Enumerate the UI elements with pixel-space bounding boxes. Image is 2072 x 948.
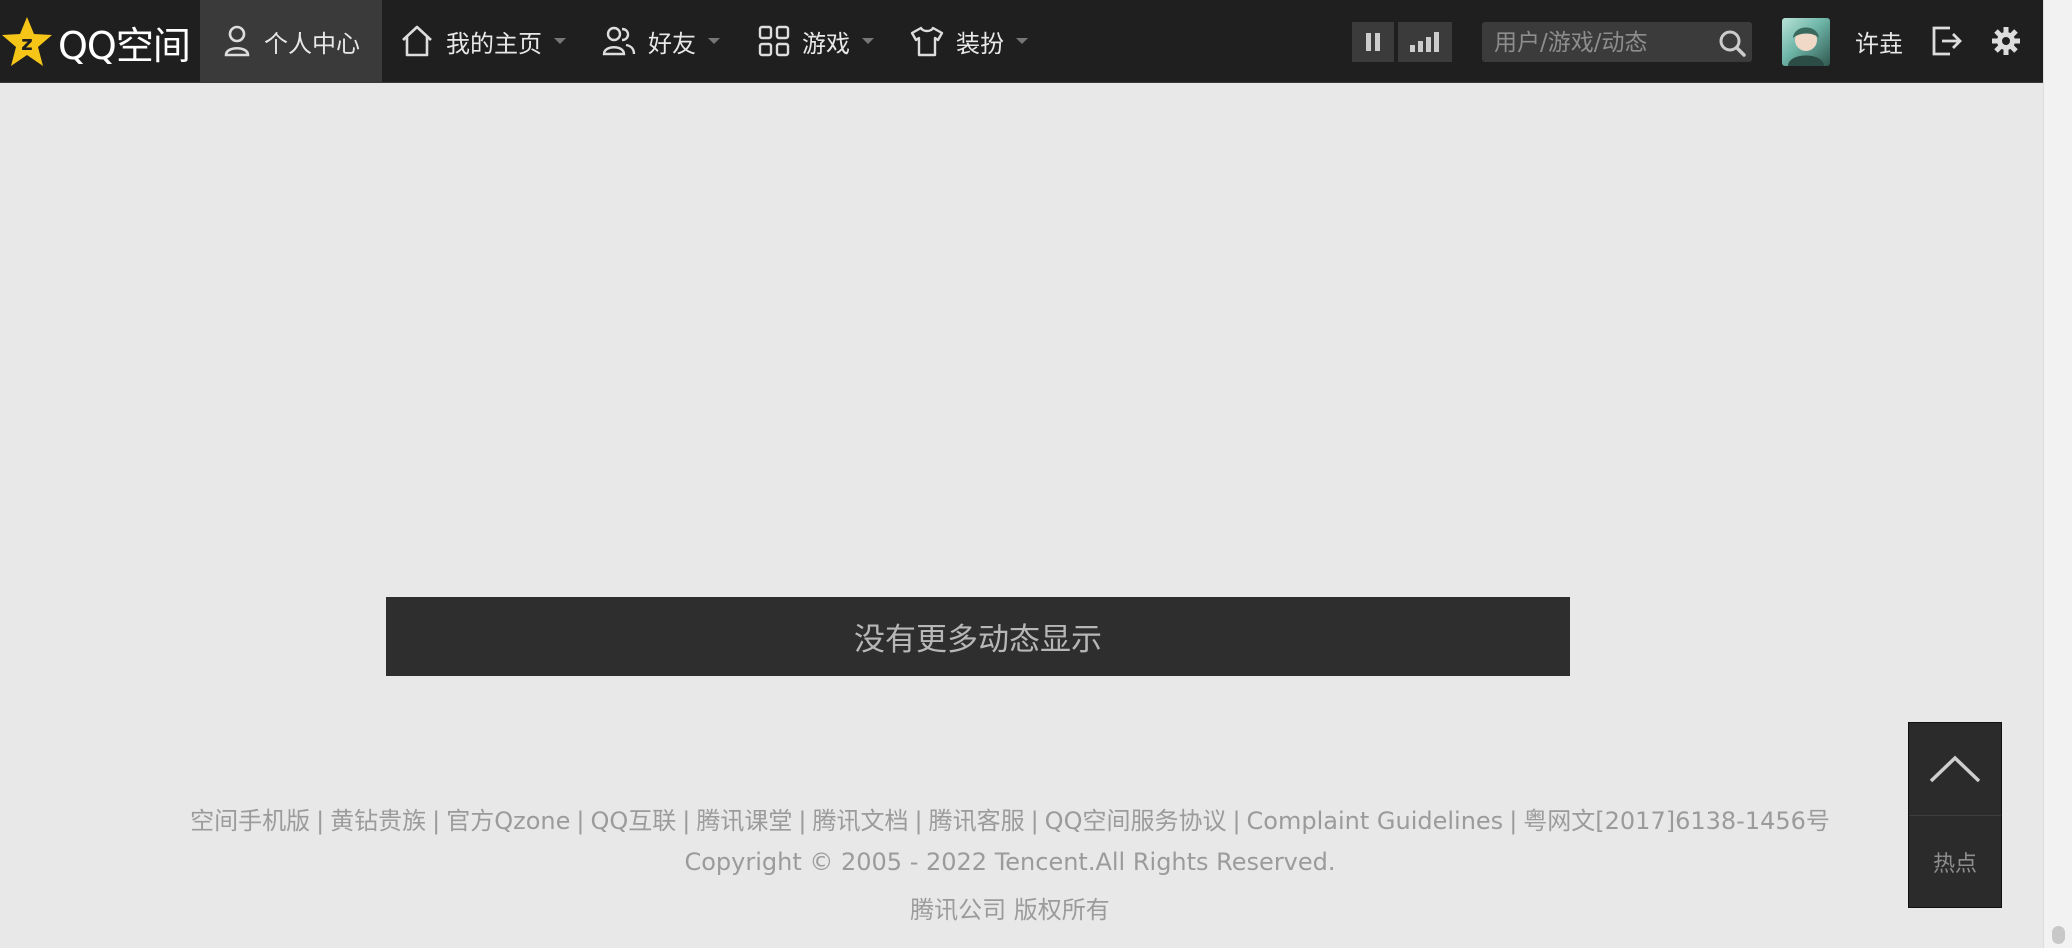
divider: | bbox=[682, 807, 691, 835]
footer-link-service-agreement[interactable]: QQ空间服务协议 bbox=[1045, 807, 1227, 835]
footer-link-tencent-docs[interactable]: 腾讯文档 bbox=[812, 807, 908, 835]
pause-icon bbox=[1366, 33, 1380, 51]
footer-link-license[interactable]: 粤网文[2017]6138-1456号 bbox=[1523, 807, 1830, 835]
grid-icon bbox=[758, 25, 790, 57]
copyright-text: Copyright © 2005 - 2022 Tencent.All Righ… bbox=[684, 848, 1336, 876]
nav-friends[interactable]: 好友 bbox=[602, 0, 720, 82]
nav-label: 装扮 bbox=[956, 29, 1004, 58]
side-float-widget: 热点 bbox=[1908, 722, 2002, 908]
nav-label: 好友 bbox=[648, 29, 696, 58]
footer-link-vip[interactable]: 黄钻贵族 bbox=[330, 807, 426, 835]
nav-label: 我的主页 bbox=[446, 29, 542, 58]
pause-button[interactable] bbox=[1352, 22, 1394, 62]
chevron-down-icon bbox=[862, 38, 874, 44]
nav-games[interactable]: 游戏 bbox=[758, 0, 874, 82]
chevron-down-icon bbox=[708, 38, 720, 44]
nav-personal-center[interactable]: 个人中心 bbox=[200, 0, 382, 82]
avatar-image bbox=[1788, 27, 1824, 66]
footer-link-complaint-guidelines[interactable]: Complaint Guidelines bbox=[1247, 807, 1504, 835]
back-to-top-button[interactable] bbox=[1909, 723, 2001, 816]
nav-label: 游戏 bbox=[802, 29, 850, 58]
divider: | bbox=[914, 807, 923, 835]
svg-text:z: z bbox=[21, 31, 33, 55]
footer-links: 空间手机版 | 黄钻贵族 | 官方Qzone | QQ互联 | 腾讯课堂 | 腾讯文档 | 腾讯客服 | Q… bbox=[0, 801, 2020, 836]
user-icon bbox=[224, 25, 250, 57]
divider: | bbox=[1232, 807, 1241, 835]
hot-topics-button[interactable]: 热点 bbox=[1909, 816, 2001, 907]
divider: | bbox=[576, 807, 585, 835]
gear-icon[interactable] bbox=[1990, 24, 2022, 58]
nav-label: 个人中心 bbox=[264, 29, 360, 58]
footer-link-tencent-classroom[interactable]: 腾讯课堂 bbox=[696, 807, 792, 835]
divider: | bbox=[1509, 807, 1518, 835]
footer-link-mobile[interactable]: 空间手机版 bbox=[190, 807, 310, 835]
divider: | bbox=[1030, 807, 1039, 835]
footer-link-customer-service[interactable]: 腾讯客服 bbox=[929, 807, 1025, 835]
chevron-up-icon bbox=[1929, 755, 1981, 783]
no-more-feed-notice: 没有更多动态显示 bbox=[386, 597, 1570, 676]
signal-bars-icon bbox=[1410, 32, 1439, 52]
company-text: 腾讯公司 版权所有 bbox=[910, 896, 1110, 924]
divider: | bbox=[316, 807, 325, 835]
shirt-icon bbox=[910, 26, 944, 57]
qzone-logo[interactable]: z QQ空间 bbox=[0, 12, 191, 72]
star-logo-icon: z bbox=[2, 17, 52, 66]
chevron-down-icon bbox=[1016, 38, 1028, 44]
logo-text: QQ空间 bbox=[58, 23, 191, 68]
scrollbar-thumb[interactable] bbox=[2052, 926, 2065, 944]
search-box bbox=[1482, 22, 1752, 64]
top-navigation-bar: z QQ空间 个人中心 我的主页 好友 游戏 装扮 用户/游戏/动态 许垚 bbox=[0, 0, 2043, 83]
nav-dress-up[interactable]: 装扮 bbox=[910, 0, 1028, 82]
signal-bars-button[interactable] bbox=[1398, 22, 1452, 62]
search-icon[interactable] bbox=[1718, 29, 1746, 57]
friends-icon bbox=[602, 26, 636, 56]
chevron-down-icon bbox=[554, 38, 566, 44]
scrollbar[interactable] bbox=[2043, 0, 2072, 948]
nav-my-homepage[interactable]: 我的主页 bbox=[400, 0, 566, 82]
divider: | bbox=[798, 807, 807, 835]
divider: | bbox=[432, 807, 441, 835]
footer-link-qq-connect[interactable]: QQ互联 bbox=[591, 807, 677, 835]
home-icon bbox=[402, 25, 432, 57]
avatar[interactable] bbox=[1782, 18, 1830, 66]
username-link[interactable]: 许垚 bbox=[1855, 0, 1903, 82]
logout-icon[interactable] bbox=[1930, 24, 1964, 58]
search-input[interactable] bbox=[1492, 22, 1706, 64]
footer-link-official-qzone[interactable]: 官方Qzone bbox=[446, 807, 570, 835]
